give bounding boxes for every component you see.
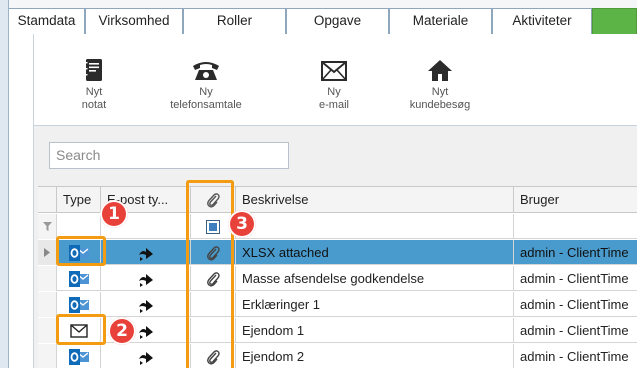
new-visit-label-1: Nyt [431,86,449,98]
new-call-label-1: Ny [199,86,213,98]
annotation-badge-2: 2 [108,317,136,345]
annotation-badge-3: 3 [228,210,256,238]
attachment-cell [191,292,236,317]
new-email-label-1: Ny [327,86,341,98]
filter-row [38,214,637,239]
row-description: Masse afsendelse godkendelse [236,266,514,291]
send-receive-icon [101,292,191,317]
row-user: admin - ClientTime [520,323,629,338]
new-call-label-2: telefonsamtale [170,99,242,111]
tab-stamdata[interactable]: Stamdata [9,8,85,34]
column-header-user[interactable]: Bruger [514,187,637,213]
send-receive-icon [101,344,191,368]
tab-aktiviteter[interactable]: Aktiviteter [492,8,592,34]
row-description: XLSX attached [236,240,514,265]
row-user: admin - ClientTime [520,297,629,312]
column-header-attachment[interactable] [191,187,236,213]
tab-roller[interactable]: Roller [183,8,286,34]
phone-icon [154,56,258,82]
mail-icon [57,318,101,343]
row-description: Erklæringer 1 [236,292,514,317]
row-indicator [38,318,57,343]
annotation-badge-1: 1 [100,200,128,228]
filter-description[interactable] [236,214,514,239]
row-indicator [38,266,57,291]
paperclip-icon [207,192,220,208]
window-frame [0,0,9,368]
table-row[interactable]: Erklæringer 1 admin - ClientTime [38,292,637,317]
outlook-icon [57,344,101,368]
attachment-cell [191,318,236,343]
outlook-icon [57,266,101,291]
column-header-type[interactable]: Type [57,187,101,213]
new-email-button[interactable]: Ny e-mail [306,56,362,112]
new-email-label-2: e-mail [319,99,349,111]
column-header-description[interactable]: Beskrivelse [236,187,514,213]
filter-user[interactable] [514,214,637,239]
row-description: Ejendom 1 [236,318,514,343]
new-call-button[interactable]: Ny telefonsamtale [154,56,258,112]
filter-icon [38,214,57,239]
table-row[interactable]: XLSX attached admin - ClientTime [38,240,637,265]
tab-opgave[interactable]: Opgave [286,8,389,34]
paperclip-icon [191,266,236,291]
new-note-label-2: notat [81,99,107,111]
row-user: admin - ClientTime [520,245,629,260]
new-visit-label-2: kundebesøg [409,99,471,111]
toolbar: Nyt notat Ny telefonsamtale Ny e-mail Ny… [33,34,637,126]
paperclip-icon [191,240,236,265]
new-note-label-1: Nyt [85,86,103,98]
filter-type[interactable] [57,214,101,239]
row-user: admin - ClientTime [520,271,629,286]
tab-materiale[interactable]: Materiale [389,8,492,34]
tab-active-edge[interactable] [592,8,637,34]
tab-virksomhed[interactable]: Virksomhed [85,8,183,34]
outlook-icon [57,240,101,265]
row-indicator [38,344,57,368]
table-row[interactable]: Ejendom 2 admin - ClientTime [38,344,637,368]
notebook-icon [72,56,116,82]
new-visit-button[interactable]: Nyt kundebesøg [400,56,480,112]
table-row[interactable]: Masse afsendelse godkendelse admin - Cli… [38,266,637,291]
tab-bar: Stamdata Virksomhed Roller Opgave Materi… [9,0,637,34]
outlook-icon [57,292,101,317]
send-receive-icon [101,266,191,291]
row-user: admin - ClientTime [520,349,629,364]
row-indicator-header [38,187,57,213]
row-indicator [38,292,57,317]
paperclip-icon [191,344,236,368]
row-indicator [38,240,57,265]
row-description: Ejendom 2 [236,344,514,368]
envelope-icon [306,56,362,82]
new-note-button[interactable]: Nyt notat [72,56,116,112]
send-receive-icon [101,240,191,265]
house-icon [400,56,480,82]
search-input[interactable]: Search [49,142,289,169]
